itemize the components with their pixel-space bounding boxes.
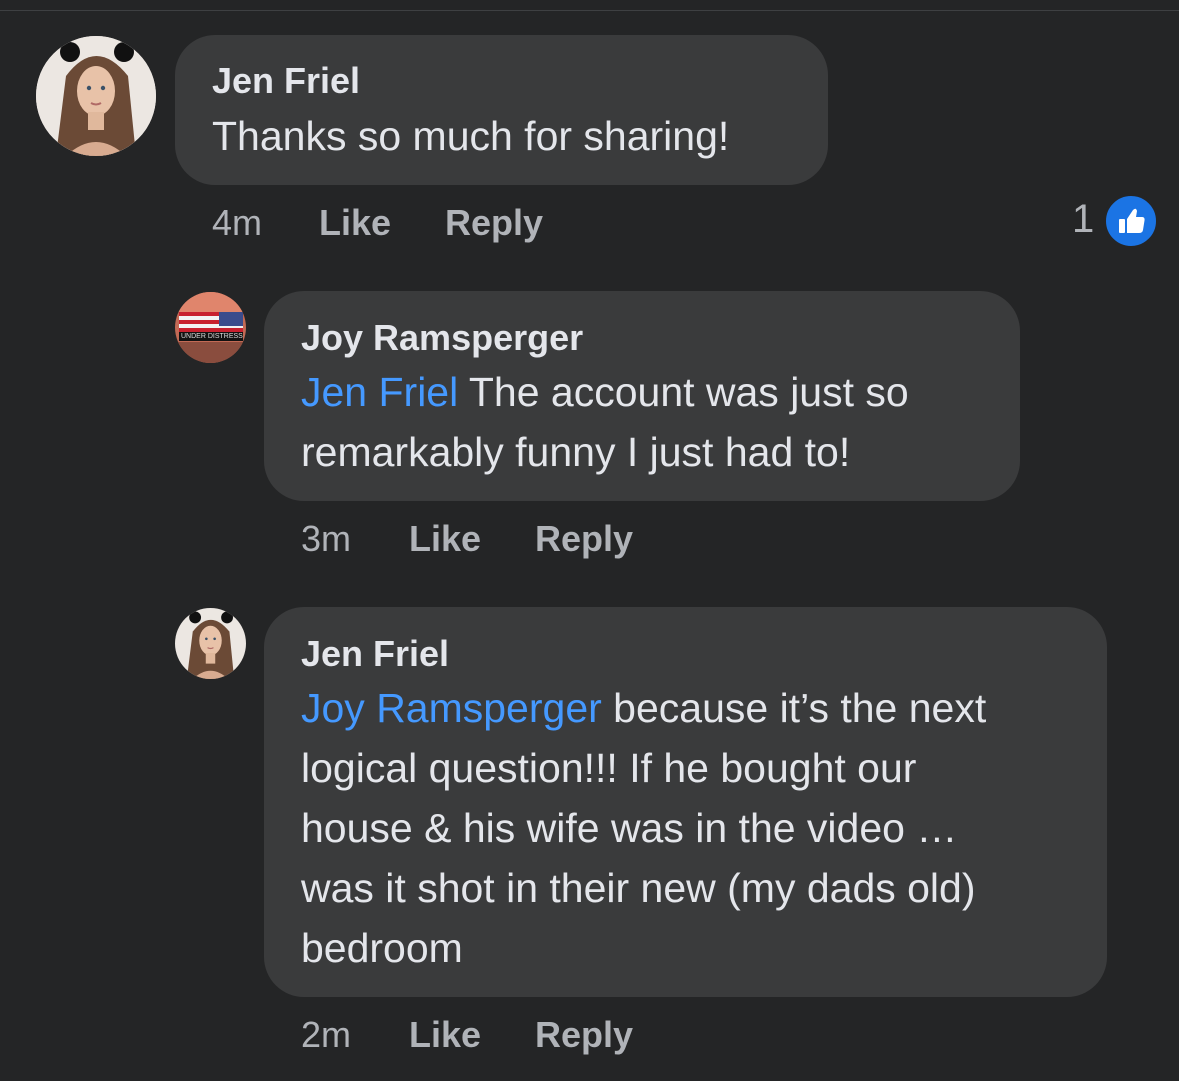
author-name[interactable]: Jen Friel [301, 633, 449, 675]
profile-photo-woman [175, 608, 246, 679]
comment-text-line: was it shot in their new (my dads old) [301, 865, 976, 911]
timestamp[interactable]: 3m [301, 518, 351, 560]
avatar[interactable] [175, 292, 246, 363]
comment-text: Jen Friel The account was just so remark… [301, 362, 909, 482]
avatar-caption: UNDER DISTRESS [181, 333, 243, 340]
comment-text: Joy Ramsperger because it’s the next log… [301, 678, 986, 978]
top-divider [0, 10, 1179, 11]
like-button[interactable]: Like [409, 1014, 481, 1056]
like-button[interactable]: Like [319, 202, 391, 244]
reply-button[interactable]: Reply [535, 518, 633, 560]
like-button[interactable]: Like [409, 518, 481, 560]
comment-text: Thanks so much for sharing! [212, 113, 730, 159]
comment-text-line: because it’s the next [601, 685, 987, 731]
reply-button[interactable]: Reply [535, 1014, 633, 1056]
thumbs-up-icon[interactable] [1103, 193, 1159, 249]
comment-text-line: remarkably funny I just had to! [301, 429, 851, 475]
author-name[interactable]: Jen Friel [212, 60, 360, 102]
comment-text-line: house & his wife was in the video … [301, 805, 958, 851]
mention-link[interactable]: Jen Friel [301, 369, 458, 415]
profile-photo-woman [36, 36, 156, 156]
mention-link[interactable]: Joy Ramsperger [301, 685, 602, 731]
reaction-count[interactable]: 1 [1072, 197, 1094, 242]
avatar[interactable] [36, 36, 156, 156]
timestamp[interactable]: 2m [301, 1014, 351, 1056]
reply-button[interactable]: Reply [445, 202, 543, 244]
comment-text-line: logical question!!! If he bought our [301, 745, 917, 791]
timestamp[interactable]: 4m [212, 202, 262, 244]
comment-text-line: The account was just so [458, 369, 909, 415]
author-name[interactable]: Joy Ramsperger [301, 317, 583, 359]
flag-photo [175, 292, 246, 363]
comment-text-line: bedroom [301, 925, 463, 971]
avatar[interactable] [175, 608, 246, 679]
